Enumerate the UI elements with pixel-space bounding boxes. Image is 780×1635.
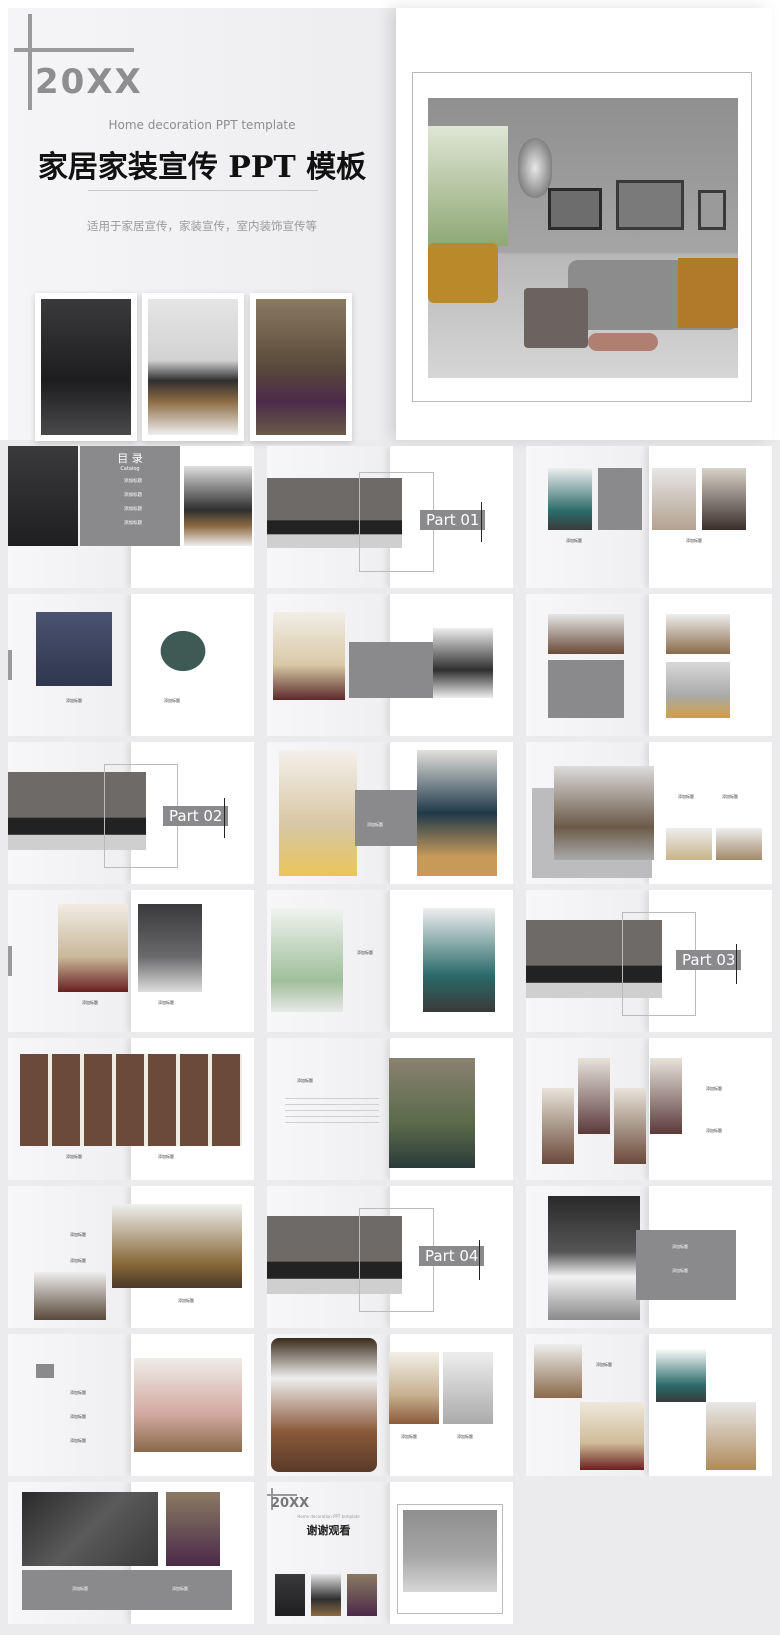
slide-furniture: 添加标题 添加标题 <box>8 594 254 736</box>
slide-closing: 20XX Home decoration PPT template 谢谢观看 <box>267 1482 513 1624</box>
slide-part-04: Part 04 <box>267 1186 513 1328</box>
toc-subtitle: Catalog <box>120 466 140 472</box>
furniture-label-1: 添加标题 <box>66 698 82 703</box>
dining-label: 添加标题 <box>367 822 383 827</box>
closing-year: 20XX <box>271 1496 310 1511</box>
shelves-label-2: 添加标题 <box>158 1000 174 1005</box>
cover-thumb-1 <box>35 293 137 441</box>
cover-slide: 20XX Home decoration PPT template 家居家装宣传… <box>0 0 780 441</box>
lounge2-label-2: 添加标题 <box>70 1414 86 1419</box>
toc-item-4: 添加标题 <box>124 521 142 526</box>
part-01-label: Part 01 <box>420 510 486 530</box>
lounge-label-2: 添加标题 <box>722 794 738 799</box>
slide-overview: 添加标题 添加标题 <box>8 1482 254 1624</box>
intro-label: 添加标题 <box>566 538 582 543</box>
shelves-label-1: 添加标题 <box>82 1000 98 1005</box>
cover-left-page: 20XX Home decoration PPT template 家居家装宣传… <box>8 8 396 441</box>
columns-label-2: 添加标题 <box>706 1128 722 1133</box>
lounge2-label-3: 添加标题 <box>70 1438 86 1443</box>
cover-thumb-3 <box>250 293 352 441</box>
closing-subtitle-en: Home decoration PPT template <box>297 1514 360 1519</box>
bedroom-label-2: 添加标题 <box>672 1268 688 1273</box>
slide-shelves: 添加标题 添加标题 <box>8 890 254 1032</box>
furniture-label-2: 添加标题 <box>164 698 180 703</box>
slide-toc: 目 录 Catalog 添加标题 添加标题 添加标题 添加标题 <box>8 446 254 588</box>
slide-intro: 添加标题 添加标题 <box>526 446 772 588</box>
columns-label-1: 添加标题 <box>706 1086 722 1091</box>
kitchen2-label-1: 添加标题 <box>70 1232 86 1237</box>
workspace-label-1: 添加标题 <box>401 1434 417 1439</box>
cover-thumb-2 <box>142 293 244 441</box>
lamps-label: 添加标题 <box>357 950 373 955</box>
slide-kitchen-2: 添加标题 添加标题 添加标题 <box>8 1186 254 1328</box>
text-page-label: 添加标题 <box>297 1078 313 1083</box>
cover-title: 家居家装宣传 PPT 模板 <box>37 150 367 185</box>
slide-dining: 添加标题 <box>267 742 513 884</box>
slide-lounge-2: 添加标题 添加标题 添加标题 <box>8 1334 254 1476</box>
lounge-label-1: 添加标题 <box>678 794 694 799</box>
toc-title: 目 录 <box>117 452 143 465</box>
template-preview: 20XX Home decoration PPT template 家居家装宣传… <box>0 0 780 1635</box>
part-04-label: Part 04 <box>419 1246 485 1266</box>
kitchen2-label-2: 添加标题 <box>70 1258 86 1263</box>
slide-decor: 添加标题 <box>526 1334 772 1476</box>
slide-gallery: 添加标题 添加标题 <box>8 1038 254 1180</box>
slide-bedroom: 添加标题 添加标题 <box>526 1186 772 1328</box>
part-02-label: Part 02 <box>163 806 229 826</box>
closing-title: 谢谢观看 <box>306 1524 351 1537</box>
slide-part-03: Part 03 <box>526 890 772 1032</box>
slide-lounge: 添加标题 添加标题 <box>526 742 772 884</box>
divider <box>88 190 318 191</box>
slide-part-01: Part 01 <box>267 446 513 588</box>
decor-label-1: 添加标题 <box>596 1362 612 1367</box>
cover-year: 20XX <box>35 62 143 102</box>
toc-item-1: 添加标题 <box>124 479 142 484</box>
living-room-photo <box>428 98 738 378</box>
bedroom-label-1: 添加标题 <box>672 1244 688 1249</box>
slide-lamps: 添加标题 <box>267 890 513 1032</box>
toc-item-3: 添加标题 <box>124 507 142 512</box>
cross-mark <box>28 14 32 110</box>
workspace-label-2: 添加标题 <box>457 1434 473 1439</box>
slide-workspace: 添加标题 添加标题 <box>267 1334 513 1476</box>
slide-kitchen <box>526 594 772 736</box>
lounge2-label-1: 添加标题 <box>70 1390 86 1395</box>
kitchen2-label-3: 添加标题 <box>178 1298 194 1303</box>
gallery-label-2: 添加标题 <box>158 1154 174 1159</box>
slide-columns: 添加标题 添加标题 <box>526 1038 772 1180</box>
overview-label-1: 添加标题 <box>72 1586 88 1591</box>
slide-study <box>267 594 513 736</box>
overview-label-2: 添加标题 <box>172 1586 188 1591</box>
part-03-label: Part 03 <box>676 950 742 970</box>
toc-item-2: 添加标题 <box>124 493 142 498</box>
gallery-label-1: 添加标题 <box>66 1154 82 1159</box>
slide-part-02: Part 02 <box>8 742 254 884</box>
slide-text-page: 添加标题 <box>267 1038 513 1180</box>
intro-label-2: 添加标题 <box>686 538 702 543</box>
cross-mark-h <box>14 48 134 52</box>
cover-subtitle-en: Home decoration PPT template <box>108 118 296 132</box>
cover-subtitle-cn: 适用于家居宣传，家装宣传，室内装饰宣传等 <box>87 219 317 233</box>
